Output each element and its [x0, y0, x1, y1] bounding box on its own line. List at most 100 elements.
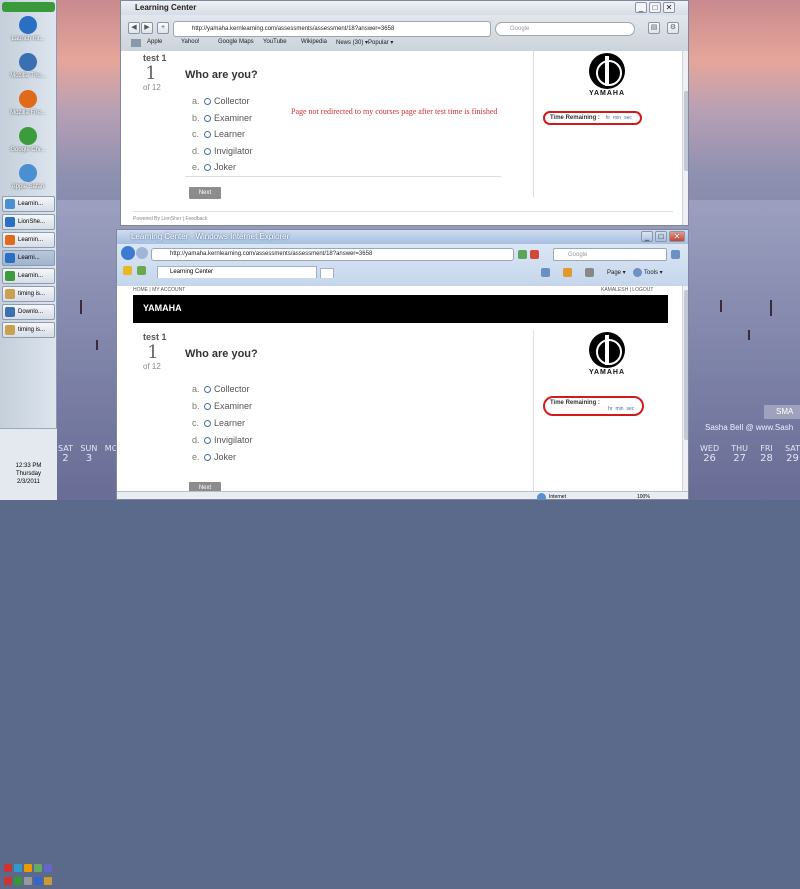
minimize-button[interactable]: _ [635, 2, 647, 13]
tray-icon[interactable] [4, 877, 12, 885]
answer-option[interactable]: c. Learner [192, 418, 245, 428]
answer-option[interactable]: e. Joker [192, 452, 236, 462]
feeds-icon[interactable] [563, 268, 572, 277]
radio-button[interactable] [204, 114, 211, 122]
close-button[interactable]: ✕ [663, 2, 675, 13]
calendar-date: 2 [62, 453, 69, 464]
answer-option[interactable]: a. Collector [192, 384, 250, 394]
radio-button[interactable] [204, 454, 211, 461]
maximize-button[interactable]: □ [655, 231, 667, 242]
taskbar-button[interactable]: timing is... [2, 286, 55, 302]
radio-button[interactable] [204, 164, 211, 171]
option-letter: b. [192, 401, 200, 411]
taskbar-button[interactable]: timing is... [2, 322, 55, 338]
ie-address-bar[interactable]: http://yamaha.kernlearning.com/assessmen… [151, 248, 514, 261]
divider [533, 51, 534, 197]
add-bookmark-icon[interactable]: + [157, 22, 169, 34]
answer-option[interactable]: b. Examiner [192, 401, 252, 411]
answer-option[interactable]: e. Joker [192, 162, 236, 172]
bookmark-link[interactable]: News (30) ▾ [336, 39, 368, 46]
tray-icon[interactable] [14, 864, 22, 872]
gear-icon[interactable]: ⚙ [667, 22, 679, 34]
tray-icon[interactable] [4, 864, 12, 872]
desktop-icon[interactable]: Apple Safari [2, 164, 54, 190]
bookmark-link[interactable]: Apple [147, 39, 162, 45]
tray-icon[interactable] [44, 877, 52, 885]
refresh-icon[interactable] [518, 250, 527, 259]
back-icon[interactable] [121, 246, 135, 260]
home-icon[interactable] [541, 268, 550, 277]
bookmark-link[interactable]: YouTube [263, 39, 287, 45]
taskbar-button[interactable]: Downlo... [2, 304, 55, 320]
calendar-weekday: SAT [58, 444, 73, 453]
radio-button[interactable] [204, 131, 211, 138]
scrollbar-thumb[interactable] [684, 91, 688, 171]
taskbar-button[interactable]: Learnin... [2, 196, 55, 212]
ie-search-input[interactable]: Google [553, 248, 667, 261]
tray-icon[interactable] [44, 864, 52, 872]
tray-icon[interactable] [34, 864, 42, 872]
bookmark-link[interactable]: Google Maps [218, 39, 254, 45]
tray-icon[interactable] [24, 877, 32, 885]
safari-scrollbar[interactable] [682, 51, 688, 225]
search-icon[interactable] [671, 250, 680, 259]
desktop-icon[interactable]: Launch Int... [2, 16, 54, 42]
safari-address-bar[interactable]: http://yamaha.kernlearning.com/assessmen… [173, 21, 491, 37]
favorites-star-icon[interactable] [123, 266, 132, 275]
bookmark-link[interactable]: Popular ▾ [368, 39, 393, 46]
tools-menu[interactable]: Tools ▾ [644, 269, 663, 276]
taskbar-button[interactable]: Learnin... [2, 232, 55, 248]
radio-button[interactable] [204, 147, 211, 155]
answer-option[interactable]: d. Invigilator [192, 146, 253, 156]
close-button[interactable]: ✕ [669, 231, 685, 242]
forward-icon[interactable]: ▶ [141, 22, 153, 34]
chrome-icon [5, 271, 15, 281]
tray-icon[interactable] [24, 864, 32, 872]
print-icon[interactable] [585, 268, 594, 277]
divider [533, 330, 534, 491]
answer-option[interactable]: b. Examiner [192, 113, 252, 123]
top-nav-left[interactable]: HOME | MY ACCOUNT [133, 286, 185, 295]
bookmark-link[interactable]: Yahoo! [181, 39, 200, 45]
calendar-left: SAT 2 SUN 3 MO [58, 444, 118, 464]
bookmark-link[interactable]: Wikipedia [301, 39, 327, 45]
radio-button[interactable] [204, 437, 211, 444]
start-button[interactable] [2, 2, 55, 12]
tools-gear-icon[interactable] [633, 268, 642, 277]
radio-button[interactable] [204, 403, 211, 410]
taskbar-button[interactable]: LionShe... [2, 214, 55, 230]
wallpaper-logo: SMA [764, 405, 800, 419]
zoom-level[interactable]: 100% [637, 492, 650, 499]
radio-button[interactable] [204, 98, 211, 105]
page-menu[interactable]: Page ▾ [607, 269, 626, 276]
answer-option[interactable]: a. Collector [192, 96, 250, 106]
stop-icon[interactable] [530, 250, 539, 259]
minimize-button[interactable]: _ [641, 231, 653, 242]
tray-icon[interactable] [34, 877, 42, 885]
maximize-button[interactable]: □ [649, 2, 661, 13]
tab-learning-center[interactable]: Learning Center [157, 266, 317, 278]
new-tab-button[interactable] [320, 268, 334, 278]
ie-scrollbar[interactable] [682, 286, 688, 491]
forward-icon[interactable] [136, 247, 148, 259]
tray-icon[interactable] [14, 877, 22, 885]
book-icon[interactable] [131, 39, 141, 47]
desktop-icon[interactable]: Mozilla Fire... [2, 90, 54, 116]
answer-option[interactable]: c. Learner [192, 129, 245, 139]
next-button[interactable]: Next [189, 187, 221, 199]
internet-explorer-icon [5, 217, 15, 227]
answer-option[interactable]: d. Invigilator [192, 435, 253, 445]
scrollbar-thumb[interactable] [684, 290, 688, 440]
desktop-icon[interactable]: Mozilla Thu... [2, 53, 54, 79]
desktop-icon[interactable]: Google Chr... [2, 127, 54, 153]
radio-button[interactable] [204, 420, 211, 427]
clock[interactable]: 12:33 PM Thursday 2/3/2011 [0, 462, 57, 486]
page-menu-icon[interactable]: ▤ [648, 22, 660, 34]
taskbar-button[interactable]: Learnin... [2, 268, 55, 284]
safari-search-input[interactable]: Google [495, 22, 635, 36]
add-favorite-icon[interactable] [137, 266, 146, 275]
top-nav-right[interactable]: KAMALESH | LOGOUT [601, 286, 653, 295]
taskbar-button[interactable]: Learni... [2, 250, 55, 266]
back-icon[interactable]: ◀ [128, 22, 140, 34]
radio-button[interactable] [204, 386, 211, 393]
